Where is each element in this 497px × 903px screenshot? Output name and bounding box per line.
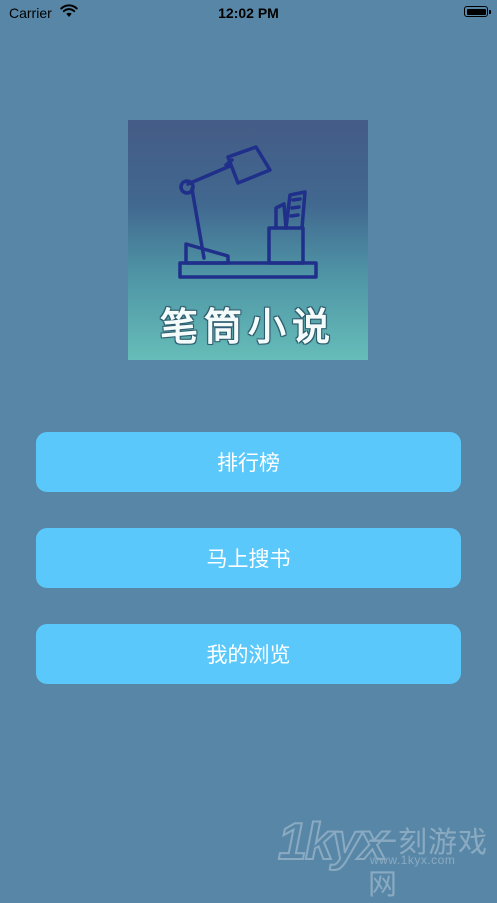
watermark: 1kyx 一刻游戏网 www.1kyx.com bbox=[277, 815, 493, 901]
ranking-button[interactable]: 排行榜 bbox=[36, 432, 461, 492]
status-time: 12:02 PM bbox=[218, 5, 279, 21]
battery-icon bbox=[464, 6, 491, 17]
watermark-url: www.1kyx.com bbox=[370, 853, 456, 867]
status-bar: Carrier 12:02 PM bbox=[0, 0, 497, 26]
search-books-button[interactable]: 马上搜书 bbox=[36, 528, 461, 588]
logo-title: 笔筒小说 bbox=[159, 304, 336, 349]
my-history-button[interactable]: 我的浏览 bbox=[36, 624, 461, 684]
app-logo: 笔筒小说 bbox=[128, 120, 368, 360]
